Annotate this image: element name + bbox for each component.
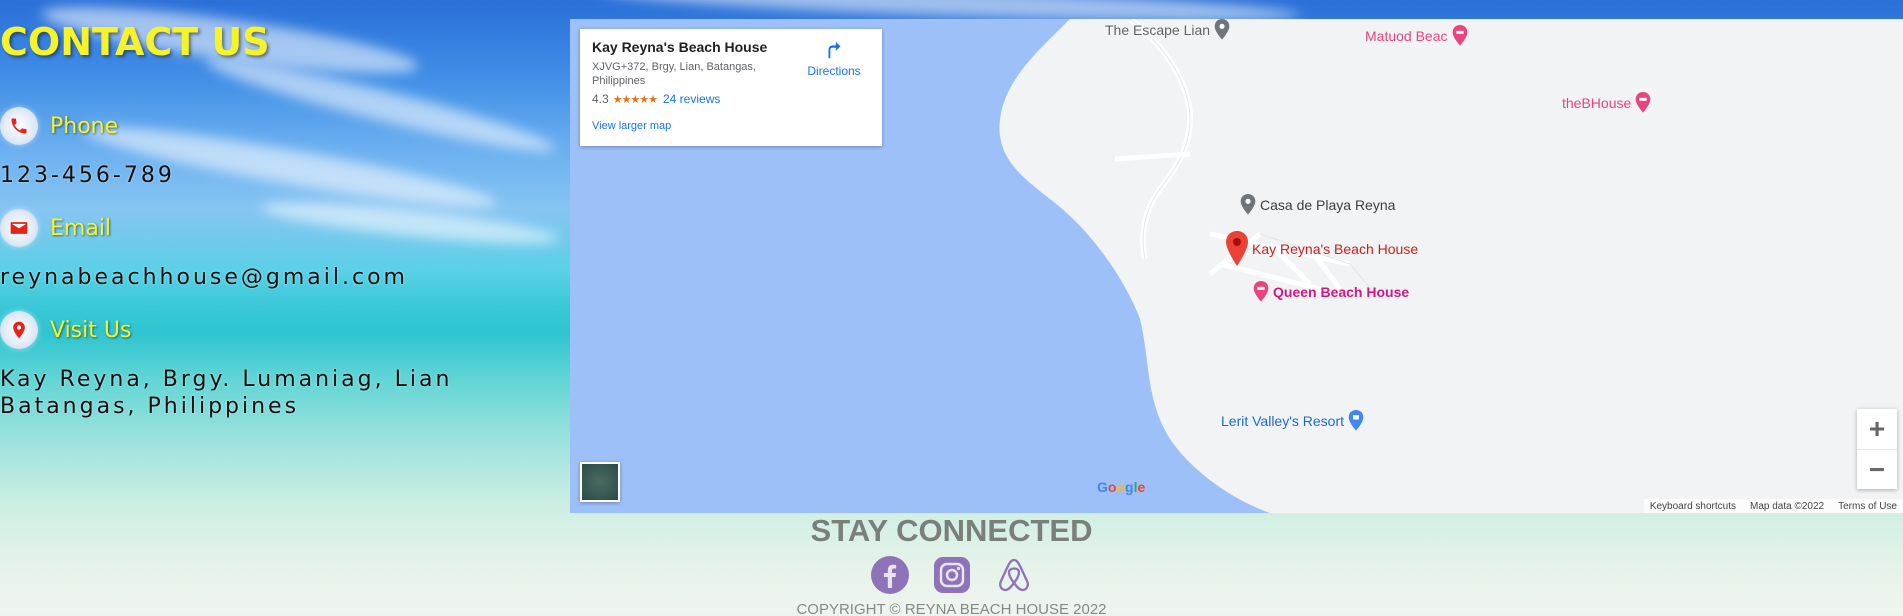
map-embed[interactable]: The Escape Lian Matuod Beac theBHouse Ca… — [570, 19, 1903, 513]
facebook-link[interactable] — [870, 555, 910, 595]
email-value[interactable]: reynabeachhouse@gmail.com — [0, 264, 408, 291]
location-pin-icon — [0, 311, 38, 349]
place-queen-beach-house[interactable]: Queen Beach House — [1252, 281, 1409, 303]
place-thebhouse[interactable]: theBHouse — [1562, 92, 1652, 114]
rating-stars-icon: ★★★★★ — [612, 93, 658, 106]
map-attribution: Keyboard shortcuts Map data ©2022 Terms … — [1643, 499, 1903, 513]
map-marker-icon — [1240, 194, 1256, 215]
place-info-card: Kay Reyna's Beach House XJVG+372, Brgy, … — [580, 29, 882, 146]
place-address: XJVG+372, Brgy, Lian, Batangas, Philippi… — [592, 61, 756, 87]
place-lerit-valleys-resort[interactable]: Lerit Valley's Resort — [1221, 410, 1365, 432]
contact-section: CONTACT US Phone 123-456-789 Email reyna… — [0, 0, 570, 512]
place-label: Queen Beach House — [1273, 284, 1410, 300]
view-larger-map-link[interactable]: View larger map — [592, 120, 870, 132]
airbnb-link[interactable] — [994, 555, 1034, 595]
satellite-toggle[interactable] — [580, 462, 620, 502]
copyright-text: COPYRIGHT © REYNA BEACH HOUSE 2022 — [796, 601, 1107, 616]
place-label: Matuod Beac — [1365, 28, 1448, 44]
map-data-text: Map data ©2022 — [1750, 500, 1825, 512]
selected-location-pin-icon — [1226, 231, 1248, 266]
facebook-icon — [870, 556, 909, 594]
rating-value: 4.3 — [592, 92, 609, 106]
phone-row: Phone — [0, 107, 118, 145]
place-casa-de-playa-reyna[interactable]: Casa de Playa Reyna — [1239, 194, 1395, 216]
phone-value[interactable]: 123-456-789 — [0, 162, 175, 189]
directions-button[interactable]: Directions — [804, 39, 864, 78]
lodging-icon — [1635, 92, 1651, 113]
zoom-controls: + − — [1857, 409, 1897, 489]
instagram-icon — [933, 557, 970, 593]
google-logo-text: Google — [1097, 479, 1146, 495]
footer: STAY CONNECTED COPYRIGHT © REYNA BEACH H… — [0, 513, 1903, 616]
terms-of-use-link[interactable]: Terms of Use — [1838, 501, 1897, 512]
zoom-in-button[interactable]: + — [1857, 409, 1897, 449]
email-label: Email — [50, 215, 112, 241]
lodging-icon — [1452, 25, 1467, 46]
place-rating: 4.3 ★★★★★ 24 reviews — [592, 92, 870, 106]
envelope-icon — [0, 209, 38, 247]
contact-title: CONTACT US — [0, 20, 270, 64]
place-kay-reyna-beach-house[interactable]: Kay Reyna's Beach House — [1224, 231, 1418, 267]
place-the-escape-lian[interactable]: The Escape Lian — [1105, 19, 1231, 41]
place-label: Kay Reyna's Beach House — [1252, 241, 1419, 257]
address-line-2: Batangas, Philippines — [0, 394, 300, 419]
stay-connected-heading: STAY CONNECTED — [810, 513, 1093, 548]
keyboard-shortcuts-link[interactable]: Keyboard shortcuts — [1650, 501, 1736, 512]
map-marker-icon — [1214, 19, 1230, 40]
visit-label: Visit Us — [50, 317, 132, 343]
reviews-link[interactable]: 24 reviews — [663, 92, 720, 106]
place-label: Casa de Playa Reyna — [1260, 197, 1396, 213]
phone-label: Phone — [50, 113, 119, 139]
google-logo: Google — [1097, 479, 1145, 495]
place-label: Lerit Valley's Resort — [1221, 413, 1345, 429]
directions-label: Directions — [807, 64, 861, 78]
airbnb-icon — [998, 558, 1029, 592]
instagram-link[interactable] — [932, 555, 972, 595]
directions-icon — [828, 41, 841, 59]
address-line-1: Kay Reyna, Brgy. Lumaniag, Lian — [0, 367, 453, 392]
phone-icon — [0, 107, 38, 145]
place-label: theBHouse — [1562, 95, 1632, 111]
email-row: Email — [0, 209, 111, 247]
zoom-out-button[interactable]: − — [1857, 449, 1897, 489]
visit-row: Visit Us — [0, 311, 131, 349]
resort-icon — [1348, 410, 1364, 431]
social-links — [0, 555, 1903, 595]
place-matuod-beach[interactable]: Matuod Beac — [1365, 25, 1469, 47]
place-label: The Escape Lian — [1105, 22, 1211, 38]
lodging-icon — [1253, 281, 1269, 302]
